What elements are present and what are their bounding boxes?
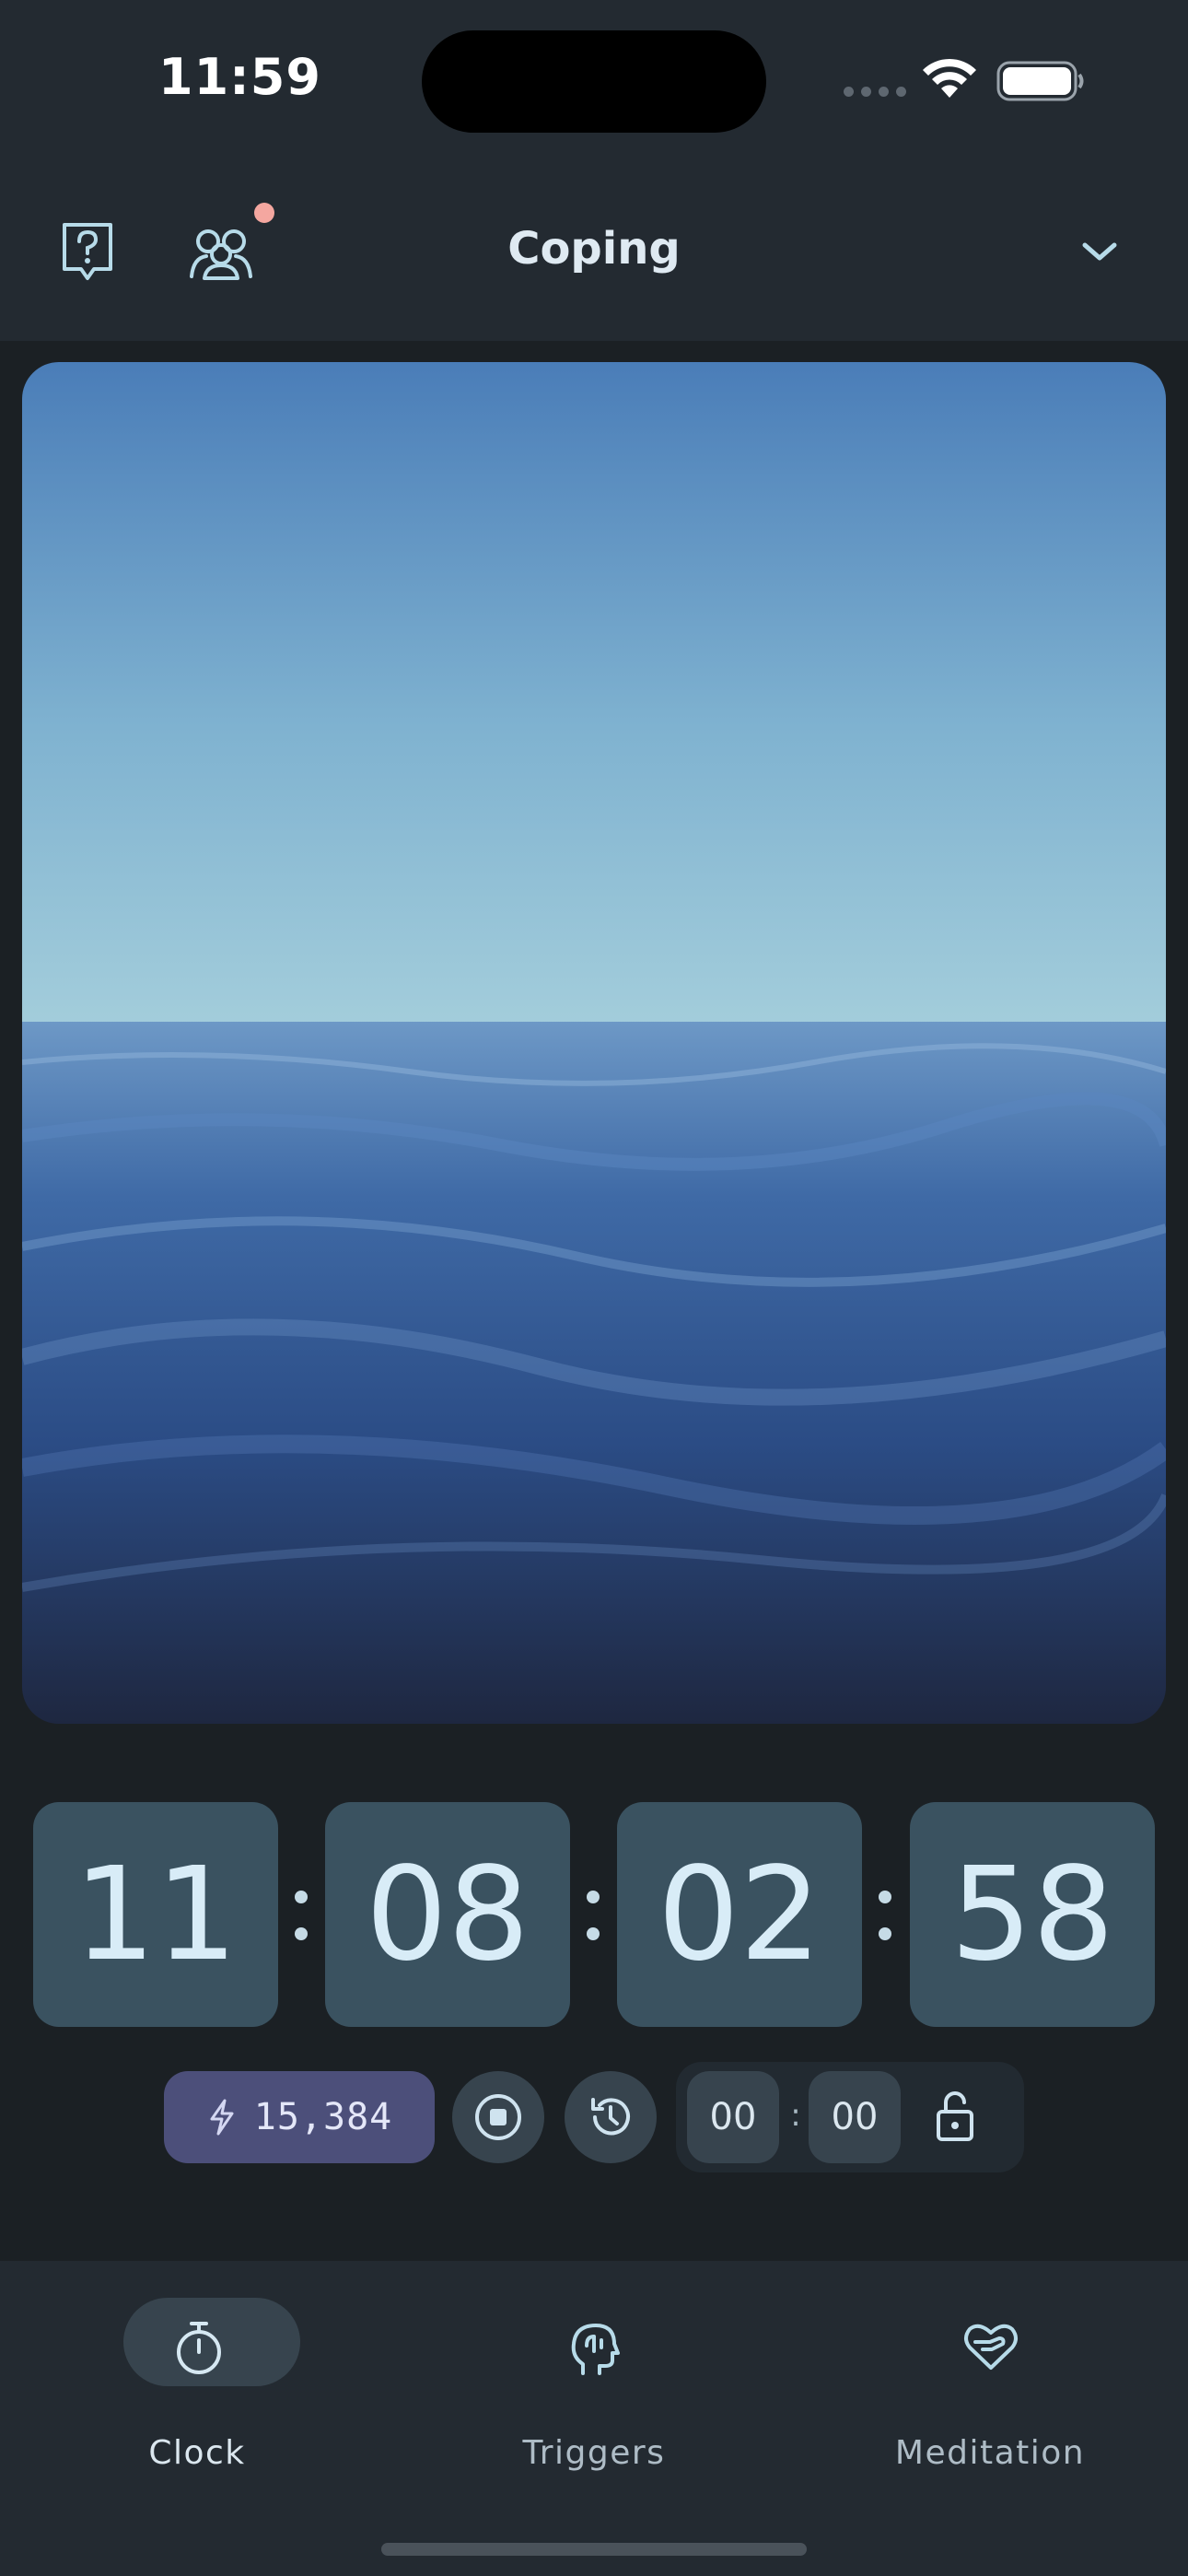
history-icon <box>591 2098 630 2136</box>
battery-icon <box>996 61 1084 101</box>
nav-label: Meditation <box>894 2434 1086 2472</box>
energy-value: 15,384 <box>253 2096 393 2138</box>
timer-minutes-input[interactable]: 00 <box>687 2071 779 2163</box>
timer-input-group: 00 : 00 <box>676 2062 1024 2172</box>
clock-centiseconds: 58 <box>910 1802 1155 2027</box>
status-bar: 11:59 <box>0 0 1188 166</box>
history-button[interactable] <box>565 2071 657 2163</box>
nav-label: Triggers <box>522 2434 666 2472</box>
unlock-icon[interactable] <box>934 2090 976 2143</box>
chevron-down-icon[interactable] <box>1077 238 1122 265</box>
nav-item-clock[interactable]: Clock <box>59 2298 335 2472</box>
clock-minutes: 08 <box>325 1802 570 2027</box>
notification-dot <box>254 203 274 223</box>
stop-circle-icon <box>475 2094 521 2140</box>
clock-seconds: 02 <box>617 1802 862 2027</box>
clock-colon <box>287 1879 315 1953</box>
lightning-icon <box>210 2099 234 2136</box>
nav-item-meditation[interactable]: Meditation <box>852 2298 1128 2472</box>
clock-hours: 11 <box>33 1802 278 2027</box>
timer-separator: : <box>790 2097 801 2134</box>
stopwatch-icon <box>177 2322 221 2374</box>
nav-label: Clock <box>148 2434 246 2472</box>
cellular-signal-icon <box>844 87 906 97</box>
controls-row: 15,384 00 : 00 <box>0 2062 1188 2172</box>
clock-colon <box>579 1879 607 1953</box>
stop-button[interactable] <box>452 2071 544 2163</box>
bottom-navigation: Clock Triggers Meditation <box>0 2261 1188 2576</box>
timer-seconds-input[interactable]: 00 <box>809 2071 901 2163</box>
status-time: 11:59 <box>158 48 321 106</box>
home-indicator[interactable] <box>381 2543 807 2556</box>
countdown-clock: 11 08 02 58 <box>0 1802 1188 2027</box>
clock-colon <box>871 1879 899 1953</box>
ocean-horizon-photo <box>22 362 1166 1724</box>
heart-hand-icon <box>964 2324 1018 2370</box>
app-header: Coping <box>0 166 1188 341</box>
head-brain-icon <box>571 2324 620 2375</box>
energy-counter-button[interactable]: 15,384 <box>164 2071 435 2163</box>
wifi-icon <box>923 58 976 98</box>
dynamic-island <box>422 30 766 133</box>
page-title[interactable]: Coping <box>0 223 1188 275</box>
nav-item-triggers[interactable]: Triggers <box>456 2298 732 2472</box>
